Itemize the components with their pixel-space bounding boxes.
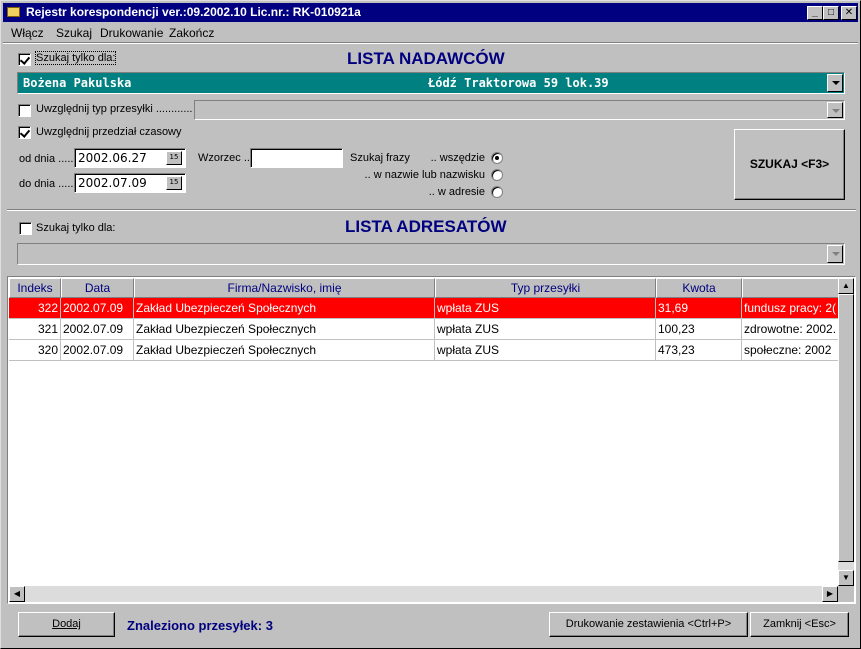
type-filter-checkbox[interactable]: [18, 104, 31, 117]
cell-index: 321: [9, 319, 61, 340]
phrase-option-address-radio[interactable]: [491, 186, 503, 198]
calendar-icon[interactable]: 15: [166, 176, 182, 190]
recipients-only-label: Szukaj tylko dla:: [36, 222, 116, 234]
phrase-option-name-label: .. w nazwie lub nazwisku: [364, 169, 485, 181]
title-bar[interactable]: Rejestr korespondencji ver.:09.2002.10 L…: [3, 3, 858, 22]
sender-address: Łódź Traktorowa 59 lok.39: [428, 76, 609, 90]
recipients-list-title: LISTA ADRESATÓW: [345, 217, 507, 236]
cell-date: 2002.07.09: [61, 298, 134, 319]
minimize-button[interactable]: _: [807, 6, 823, 20]
sender-name: Bożena Pakulska: [23, 76, 132, 90]
cell-note: zdrowotne: 2002.: [742, 319, 839, 340]
print-summary-button[interactable]: Drukowanie zestawienia <Ctrl+P>: [549, 612, 748, 637]
cell-type: wpłata ZUS: [435, 340, 656, 361]
senders-only-label: Szukaj tylko dla:: [34, 51, 117, 65]
phrase-option-everywhere-radio[interactable]: [491, 152, 503, 164]
chevron-down-icon[interactable]: [827, 102, 843, 118]
cell-type: wpłata ZUS: [435, 298, 656, 319]
app-window: Rejestr korespondencji ver.:09.2002.10 L…: [0, 0, 861, 649]
calendar-icon[interactable]: 15: [166, 151, 182, 165]
envelope-icon: [7, 7, 20, 17]
pattern-label: Wzorzec ..: [198, 152, 250, 164]
search-button[interactable]: SZUKAJ <F3>: [734, 129, 845, 200]
cell-company: Zakład Ubezpieczeń Społecznych: [134, 319, 435, 340]
cell-type: wpłata ZUS: [435, 319, 656, 340]
cell-company: Zakład Ubezpieczeń Społecznych: [134, 298, 435, 319]
chevron-down-icon[interactable]: [827, 74, 843, 92]
column-header-index[interactable]: Indeks: [9, 278, 61, 298]
cell-company: Zakład Ubezpieczeń Społecznych: [134, 340, 435, 361]
scroll-thumb[interactable]: [838, 294, 854, 562]
column-header-type[interactable]: Typ przesyłki: [435, 278, 656, 298]
cell-amount: 100,23: [656, 319, 742, 340]
cell-note: fundusz pracy: 2(: [742, 298, 839, 319]
recipients-only-checkbox[interactable]: [19, 222, 32, 235]
to-date-label: do dnia ......: [19, 178, 77, 190]
date-filter-label: Uwzględnij przedział czasowy: [36, 126, 182, 138]
phrase-label: Szukaj frazy: [350, 152, 410, 164]
column-header-date[interactable]: Data: [61, 278, 134, 298]
sender-select[interactable]: Bożena Pakulska Łódź Traktorowa 59 lok.3…: [17, 72, 845, 94]
maximize-button[interactable]: □: [823, 6, 839, 20]
chevron-down-icon[interactable]: [827, 245, 843, 263]
senders-list-title: LISTA NADAWCÓW: [347, 49, 505, 68]
from-date-field[interactable]: 2002.06.27 15: [74, 148, 186, 168]
to-date-value: 2002.07.09: [78, 176, 147, 190]
menu-bar: Włącz Szukaj Drukowanie Zakończ: [3, 23, 858, 42]
close-window-button[interactable]: Zamknij <Esc>: [750, 612, 849, 637]
menu-drukowanie[interactable]: Drukowanie: [100, 26, 163, 40]
horizontal-scrollbar[interactable]: ◀ ▶: [9, 586, 838, 602]
cell-date: 2002.07.09: [61, 340, 134, 361]
table-row[interactable]: 320 2002.07.09 Zakład Ubezpieczeń Społec…: [9, 340, 839, 361]
scroll-down-icon[interactable]: ▼: [838, 570, 854, 586]
table-row[interactable]: 321 2002.07.09 Zakład Ubezpieczeń Społec…: [9, 319, 839, 340]
column-header-company[interactable]: Firma/Nazwisko, imię: [134, 278, 435, 298]
cell-amount: 473,23: [656, 340, 742, 361]
senders-only-checkbox[interactable]: [18, 53, 31, 66]
from-date-value: 2002.06.27: [78, 151, 147, 165]
scroll-corner: [838, 586, 854, 602]
from-date-label: od dnia ......: [19, 153, 77, 165]
menu-divider: [3, 42, 858, 44]
pattern-input[interactable]: [250, 148, 343, 168]
cell-note: społeczne: 2002: [742, 340, 839, 361]
cell-index: 320: [9, 340, 61, 361]
window-title: Rejestr korespondencji ver.:09.2002.10 L…: [26, 5, 361, 19]
vertical-scrollbar[interactable]: ▲ ▼: [838, 278, 854, 586]
add-button[interactable]: Dodaj: [18, 612, 115, 637]
section-divider: [7, 209, 856, 211]
table-row[interactable]: 322 2002.07.09 Zakład Ubezpieczeń Społec…: [9, 298, 839, 319]
menu-zakoncz[interactable]: Zakończ: [169, 26, 214, 40]
type-select[interactable]: [194, 100, 845, 120]
to-date-field[interactable]: 2002.07.09 15: [74, 173, 186, 193]
date-filter-checkbox[interactable]: [18, 126, 31, 139]
phrase-option-name-radio[interactable]: [491, 169, 503, 181]
cell-amount: 31,69: [656, 298, 742, 319]
cell-date: 2002.07.09: [61, 319, 134, 340]
recipient-select[interactable]: [17, 243, 845, 265]
menu-szukaj[interactable]: Szukaj: [56, 26, 92, 40]
column-header-amount[interactable]: Kwota: [656, 278, 742, 298]
scroll-right-icon[interactable]: ▶: [822, 586, 838, 602]
scroll-up-icon[interactable]: ▲: [838, 278, 854, 294]
results-table[interactable]: Indeks Data Firma/Nazwisko, imię Typ prz…: [7, 276, 856, 604]
type-filter-label: Uwzględnij typ przesyłki ............: [36, 103, 193, 115]
column-header-note[interactable]: [742, 278, 839, 298]
phrase-option-everywhere-label: .. wszędzie: [430, 152, 485, 164]
found-count-text: Znaleziono przesyłek: 3: [127, 618, 273, 633]
cell-index: 322: [9, 298, 61, 319]
scroll-left-icon[interactable]: ◀: [9, 586, 25, 602]
menu-wlacz[interactable]: Włącz: [11, 26, 44, 40]
close-button[interactable]: ✕: [841, 6, 857, 20]
phrase-option-address-label: .. w adresie: [428, 186, 485, 198]
